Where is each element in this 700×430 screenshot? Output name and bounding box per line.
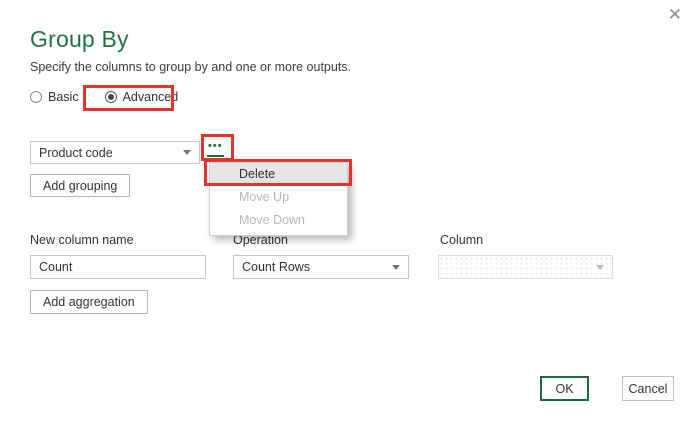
menu-item-delete[interactable]: Delete [210,163,347,186]
menu-item-move-up[interactable]: Move Up [210,186,347,209]
column-dropdown [438,255,613,279]
menu-item-move-down[interactable]: Move Down [210,209,347,232]
new-column-name-label: New column name [30,233,134,247]
add-grouping-button[interactable]: Add grouping [30,174,131,197]
mode-radio-group: Basic Advanced [30,90,178,104]
chevron-down-icon [183,150,191,155]
column-label: Column [440,233,484,247]
radio-basic-circle[interactable] [30,91,42,103]
radio-basic[interactable]: Basic [30,90,79,104]
operation-value: Count Rows [242,260,311,274]
add-aggregation-button[interactable]: Add aggregation [30,290,148,314]
page-title: Group By [30,26,129,52]
ellipsis-menu-button[interactable]: ••• [207,139,224,157]
chevron-down-icon [596,264,604,270]
radio-advanced-circle[interactable] [104,91,117,103]
group-column-dropdown[interactable]: Product code [30,141,200,164]
ok-button[interactable]: OK [540,376,589,401]
group-by-dialog: ✕ Group By Specify the columns to group … [0,0,700,430]
cancel-button[interactable]: Cancel [622,376,674,401]
group-column-value: Product code [39,145,113,160]
operation-dropdown[interactable]: Count Rows [233,255,409,279]
chevron-down-icon [392,264,400,270]
radio-basic-label: Basic [48,90,79,104]
context-menu: Delete Move Up Move Down [209,162,348,236]
radio-advanced[interactable]: Advanced [104,90,179,104]
dialog-subtitle: Specify the columns to group by and one … [30,60,352,74]
close-icon[interactable]: ✕ [666,4,684,25]
radio-advanced-label: Advanced [122,90,179,104]
new-column-name-input[interactable] [30,255,206,279]
